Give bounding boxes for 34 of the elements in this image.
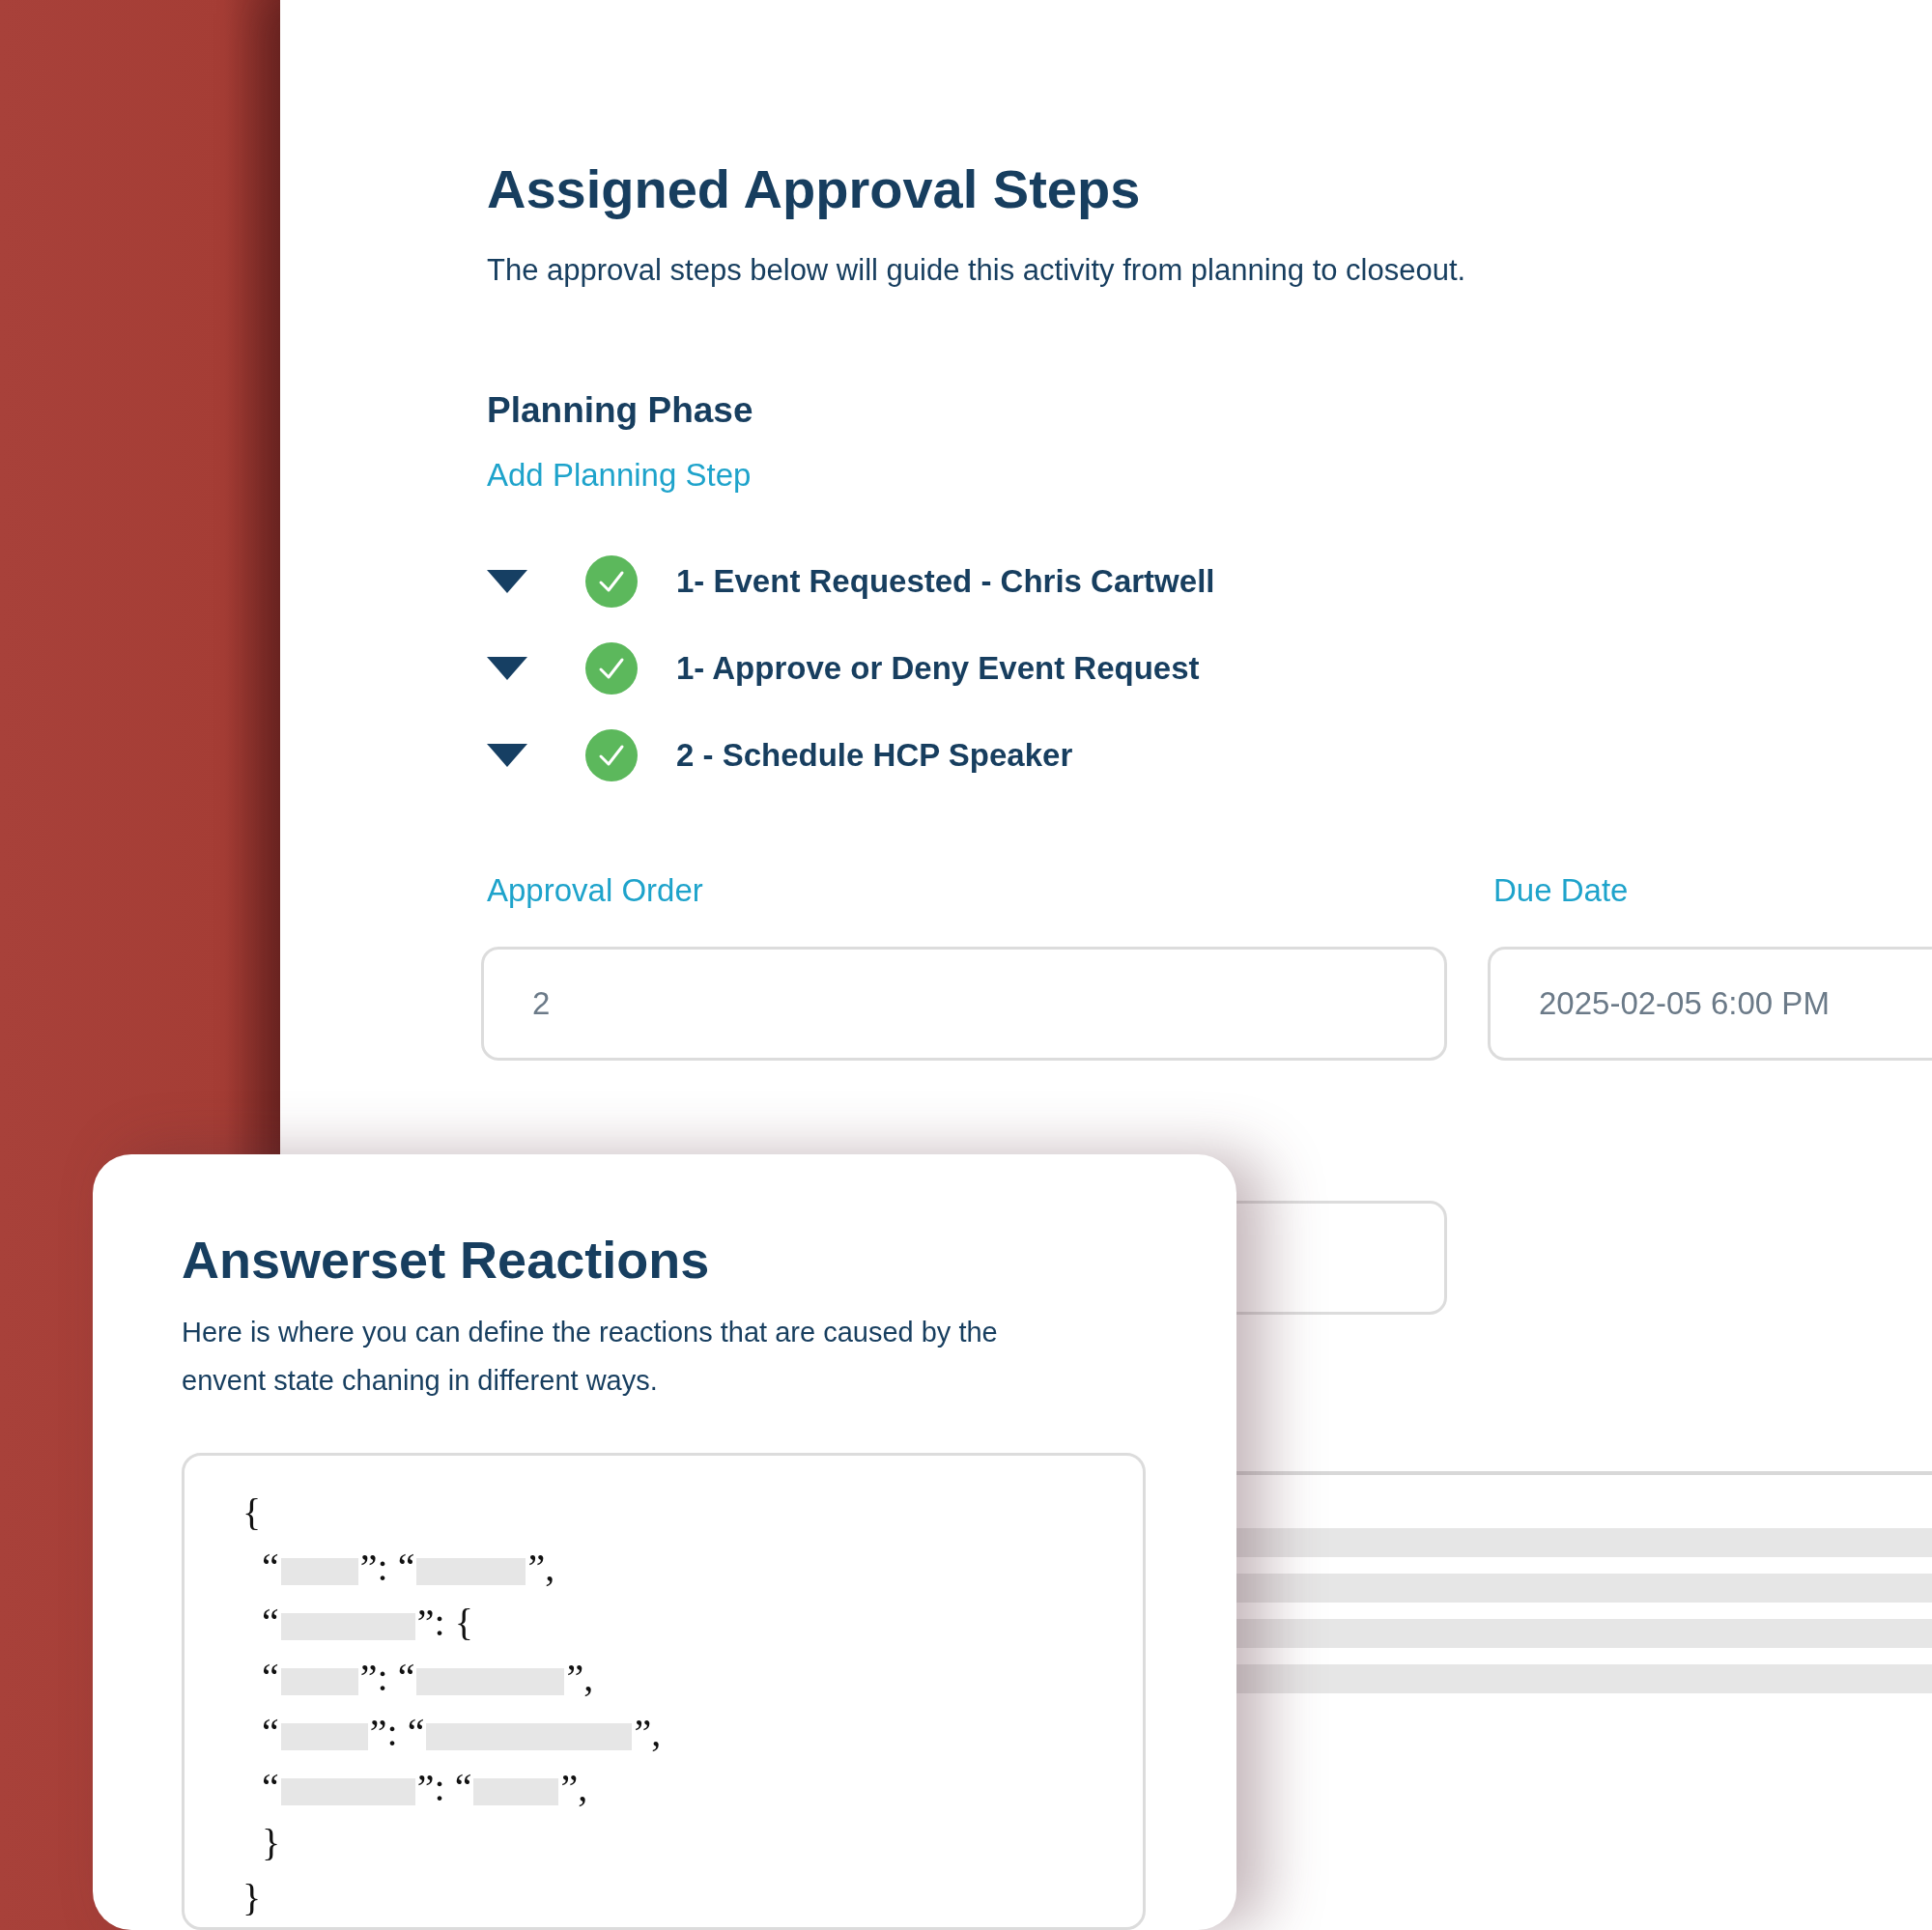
- code-text: ”: {: [416, 1599, 473, 1646]
- add-step-link[interactable]: Add Planning Step: [487, 453, 752, 497]
- field-label: Due Date: [1493, 871, 1630, 910]
- step-title: 1- Approve or Deny Event Request: [676, 649, 1200, 688]
- code-text: “: [262, 1764, 279, 1811]
- caret-icon[interactable]: [487, 657, 527, 680]
- card-title: Answerset Reactions: [182, 1230, 711, 1291]
- code-text: “: [262, 1599, 279, 1646]
- phase-title: Planning Phase: [487, 389, 754, 432]
- field-label: Approval Order: [487, 871, 704, 910]
- code-text: ”,: [527, 1544, 555, 1591]
- step-title: 1- Event Requested - Chris Cartwell: [676, 562, 1215, 601]
- code-text: }: [242, 1874, 262, 1921]
- caret-icon[interactable]: [487, 744, 527, 767]
- input-field[interactable]: 2025-02-05 6:00 PM: [1488, 947, 1932, 1061]
- page-description: The approval steps below will guide this activity from planning to closeout.: [487, 252, 1467, 289]
- code-text: “: [262, 1709, 279, 1756]
- page-title: Assigned Approval Steps: [487, 157, 1142, 221]
- step-title: 2 - Schedule HCP Speaker: [676, 736, 1073, 775]
- code-text: ”: “: [359, 1654, 415, 1701]
- code-text: ”: “: [369, 1709, 425, 1756]
- card-description: Here is where you can define the reactions that are caused by the envent state chaning in different ways.: [182, 1316, 999, 1398]
- code-text: ”,: [566, 1654, 594, 1701]
- code-text: {: [242, 1489, 262, 1536]
- code-text: }: [262, 1819, 281, 1866]
- caret-icon[interactable]: [487, 570, 527, 593]
- code-text: “: [262, 1654, 279, 1701]
- code-text: ”: “: [359, 1544, 415, 1591]
- code-text: ”,: [634, 1709, 662, 1756]
- code-editor[interactable]: { “ ”: “ ”, “ ”: { “ ”: “ ”, “ ”: “ ”, “ ”: “ ”, } }: [182, 1453, 1146, 1930]
- code-text: “: [262, 1544, 279, 1591]
- input-field[interactable]: 2: [481, 947, 1447, 1061]
- code-text: ”,: [560, 1764, 588, 1811]
- code-text: ”: “: [416, 1764, 472, 1811]
